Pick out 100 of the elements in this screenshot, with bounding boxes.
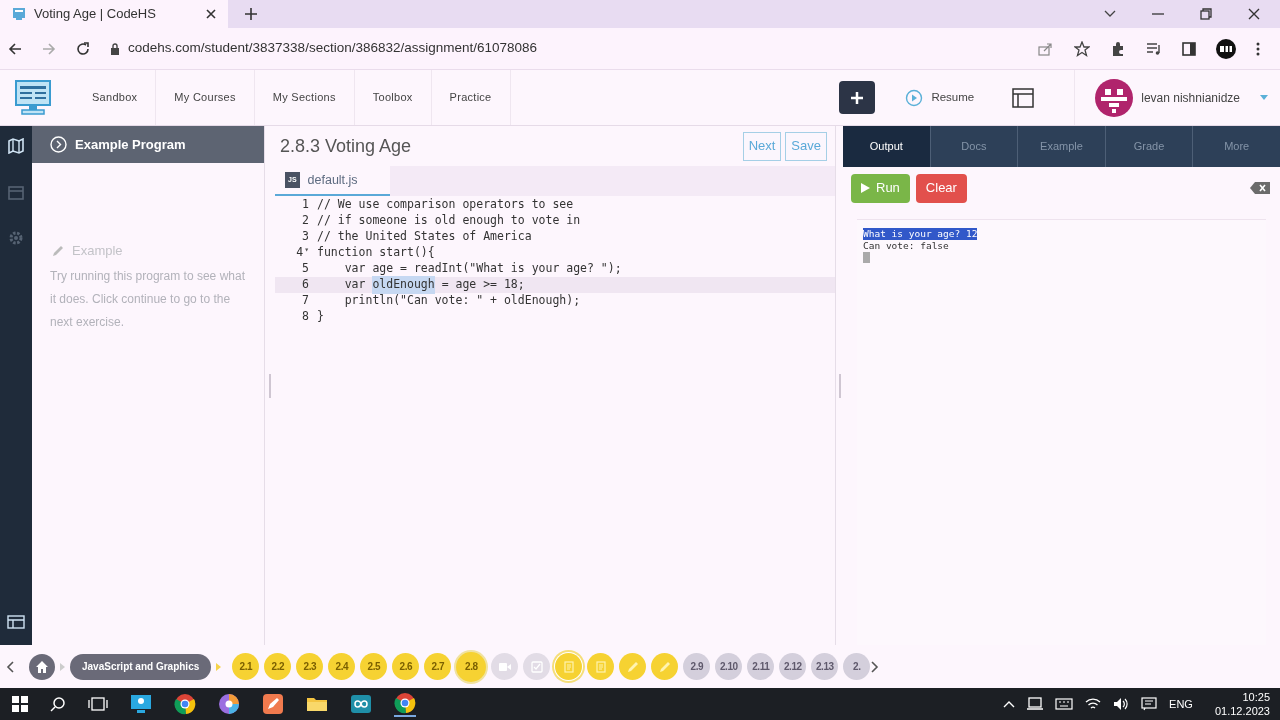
backspace-icon[interactable] (1250, 182, 1270, 194)
new-tab-icon[interactable] (244, 7, 258, 21)
lesson-button[interactable]: 2.8 (456, 651, 487, 682)
lesson-button[interactable]: 2.7 (424, 653, 452, 680)
editor-button[interactable]: Save (785, 131, 827, 161)
pencil-icon (52, 244, 64, 257)
chevron-right-icon[interactable] (871, 660, 880, 673)
browser-tab[interactable]: Voting Age | CodeHS (0, 0, 228, 28)
pencil-icon (626, 660, 639, 673)
computer-logo-icon[interactable] (14, 78, 52, 117)
line-number: 7 (302, 292, 309, 310)
assignment-title: 2.8.3 Voting Age (280, 134, 413, 158)
playlist-icon[interactable] (1146, 41, 1162, 56)
lesson-button[interactable]: 2.1 (232, 653, 260, 680)
pen-app-icon[interactable] (262, 693, 284, 715)
wifi-icon[interactable] (1085, 697, 1102, 711)
user-menu[interactable]: levan nishnianidze (1074, 70, 1280, 125)
panel-title: Example Program (75, 135, 186, 154)
nav-link[interactable]: Toolbox (354, 70, 432, 125)
more-icon[interactable] (1256, 41, 1260, 56)
chevron-left-icon[interactable] (6, 660, 14, 673)
document-icon (594, 660, 607, 673)
chevron-up-icon[interactable] (1003, 700, 1016, 708)
panel-tab[interactable]: Output (843, 126, 930, 167)
user-name: levan nishnianidze (1141, 89, 1240, 107)
url-text: codehs.com/student/3837338/section/386832/assignment/61078086 (128, 39, 538, 58)
clear-button[interactable]: Clear (915, 173, 967, 203)
lesson-button[interactable]: 2.3 (296, 653, 324, 680)
lesson-button[interactable]: 2.11 (747, 653, 775, 680)
monitor-app-icon[interactable] (130, 694, 152, 714)
back-icon[interactable] (8, 41, 22, 56)
chevron-right-icon (216, 662, 222, 671)
play-circle-icon (905, 88, 924, 107)
chevron-circle-icon (50, 136, 67, 153)
panel-tab[interactable]: Example (1017, 126, 1105, 167)
clock[interactable]: 10:25 01.12.2023 (1214, 690, 1270, 718)
run-button[interactable]: Run (851, 173, 910, 203)
restore-icon[interactable] (1200, 8, 1212, 20)
search-icon[interactable] (50, 696, 66, 712)
console-line: Can vote: false (863, 240, 949, 252)
close-icon[interactable] (1248, 8, 1260, 20)
plus-icon (850, 90, 865, 105)
clock-time: 10:25 (1242, 690, 1270, 704)
nav-link[interactable]: Practice (431, 70, 511, 125)
windows-start-icon[interactable] (12, 696, 28, 712)
chrome-icon[interactable] (174, 693, 196, 715)
panel-tab[interactable]: Docs (929, 126, 1018, 167)
puzzle-icon[interactable] (1110, 40, 1126, 57)
lesson-button[interactable]: 2.6 (392, 653, 420, 680)
folder-icon[interactable] (306, 695, 328, 713)
home-icon (36, 660, 48, 673)
play-icon (861, 183, 870, 193)
profile-avatar-icon[interactable] (1216, 38, 1236, 59)
message-icon[interactable] (1141, 697, 1158, 711)
section-label: Example (72, 242, 123, 260)
star-icon[interactable] (1074, 40, 1090, 57)
keyboard-icon[interactable] (1055, 697, 1074, 711)
resume-button[interactable]: Resume (905, 88, 975, 107)
editor-button[interactable]: Next (742, 131, 782, 161)
speaker-icon[interactable] (1113, 697, 1130, 711)
nav-link[interactable]: My Sections (254, 70, 355, 125)
photos-app-icon[interactable] (218, 693, 240, 715)
add-button[interactable] (839, 81, 876, 114)
code-text: = age >= 18; (440, 276, 525, 294)
panel-tab[interactable]: More (1192, 126, 1280, 167)
lesson-button[interactable]: 2.12 (779, 653, 807, 680)
share-icon[interactable] (1038, 41, 1054, 56)
side-panel-icon[interactable] (1182, 41, 1196, 56)
lesson-button[interactable]: 2.4 (328, 653, 356, 680)
chevron-down-icon[interactable] (1104, 10, 1116, 18)
lesson-button[interactable]: 2.5 (360, 653, 388, 680)
lesson-button[interactable]: 2.2 (264, 653, 292, 680)
chrome-icon[interactable] (394, 691, 416, 717)
nav-link[interactable]: My Courses (156, 70, 255, 125)
panel-icon[interactable] (7, 615, 25, 629)
window-icon[interactable] (1012, 87, 1035, 108)
line-number: 8 (302, 308, 309, 326)
code-text: // if someone is old enough to vote in (317, 212, 581, 230)
code-text: // We use comparison operators to see (317, 196, 574, 214)
nav-link[interactable]: Sandbox (74, 70, 157, 125)
code-text: var age = readInt("What is your age? "); (343, 260, 622, 278)
task-view-icon[interactable] (88, 696, 108, 712)
pencil-icon (658, 660, 671, 673)
lesson-button[interactable]: 2.9 (683, 653, 711, 680)
line-number: 6 (302, 276, 309, 294)
clock-date: 01.12.2023 (1214, 704, 1270, 718)
infinity-app-icon[interactable] (350, 694, 372, 714)
reload-icon[interactable] (76, 41, 90, 56)
fold-arrow[interactable]: ▾ (304, 244, 309, 262)
language-indicator[interactable]: ENG (1169, 695, 1193, 713)
code-text: var (343, 276, 367, 294)
panel-tab[interactable]: Grade (1104, 126, 1193, 167)
lesson-button[interactable]: 2.10 (715, 653, 743, 680)
laptop-icon[interactable] (1027, 697, 1044, 711)
home-button[interactable] (29, 653, 55, 680)
lesson-button[interactable]: 2.13 (811, 653, 839, 680)
user-avatar-icon (1095, 78, 1134, 117)
map-icon[interactable] (8, 138, 24, 154)
course-button[interactable]: JavaScript and Graphics (70, 653, 212, 680)
lesson-button[interactable]: 2. (843, 653, 871, 680)
